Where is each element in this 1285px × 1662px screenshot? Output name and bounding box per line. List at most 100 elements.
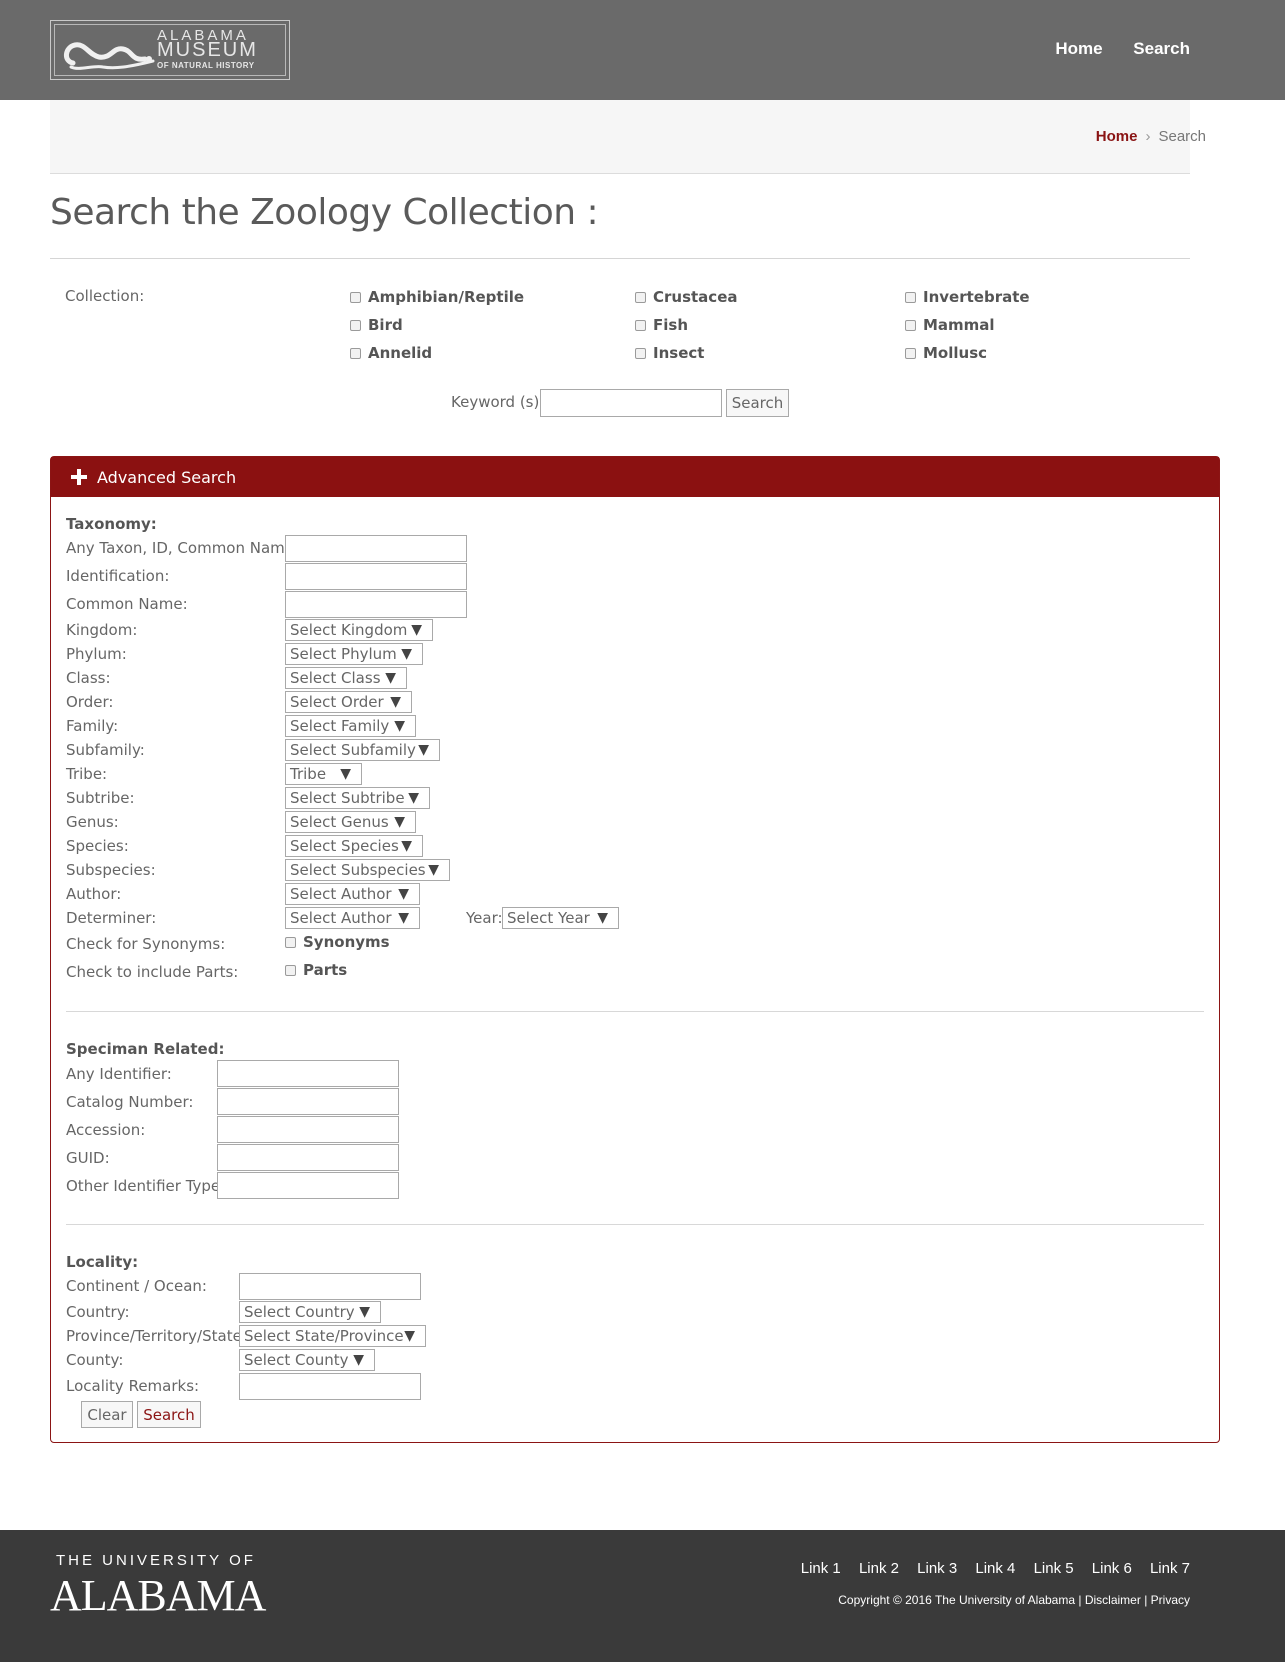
breadcrumb: Home › Search (1096, 128, 1206, 145)
parts-checkbox[interactable]: Parts (285, 961, 347, 979)
footer-link-6[interactable]: Link 6 (1092, 1560, 1132, 1577)
country-select[interactable]: Select Country ▼ (239, 1301, 381, 1323)
field-label: Any Taxon, ID, Common Name: (66, 539, 300, 557)
copyright-text: Copyright © 2016 The University of Alaba… (838, 1593, 1076, 1607)
subspecies-select[interactable]: Select Subspecies ▼ (285, 859, 450, 881)
genus-select[interactable]: Select Genus ▼ (285, 811, 416, 833)
checkbox-icon[interactable] (905, 319, 916, 331)
checkbox-bird[interactable]: Bird (350, 316, 403, 334)
checkbox-amphibian-reptile[interactable]: Amphibian/Reptile (350, 288, 524, 306)
museum-logo[interactable]: ALABAMA MUSEUM OF NATURAL HISTORY (50, 20, 290, 80)
continent-input[interactable] (239, 1273, 421, 1300)
nav-home-link[interactable]: Home (1055, 39, 1102, 58)
checkbox-icon[interactable] (905, 291, 916, 303)
year-select[interactable]: Select Year ▼ (502, 907, 619, 929)
section-divider (66, 1011, 1204, 1012)
common-name-input[interactable] (285, 591, 467, 618)
species-select[interactable]: Select Species ▼ (285, 835, 423, 857)
breadcrumb-home-link[interactable]: Home (1096, 128, 1138, 145)
breadcrumb-current: Search (1158, 128, 1206, 145)
dropdown-arrow-icon: ▼ (359, 1304, 370, 1320)
state-select[interactable]: Select State/Province ▼ (239, 1325, 426, 1347)
field-label: Identification: (66, 567, 170, 585)
field-label: Subfamily: (66, 741, 145, 759)
logo-text-museum: MUSEUM (157, 39, 258, 61)
advanced-search-title: Advanced Search (97, 467, 237, 487)
determiner-select[interactable]: Select Author ▼ (285, 907, 420, 929)
checkbox-invertebrate[interactable]: Invertebrate (905, 288, 1030, 306)
nav-search-link[interactable]: Search (1133, 39, 1190, 58)
clear-button[interactable]: Clear (81, 1401, 133, 1428)
year-label: Year: (466, 909, 503, 927)
checkbox-icon[interactable] (285, 936, 296, 948)
field-label: Country: (66, 1303, 130, 1321)
locality-remarks-input[interactable] (239, 1373, 421, 1400)
checkbox-icon[interactable] (350, 347, 361, 359)
checkbox-icon[interactable] (635, 319, 646, 331)
checkbox-icon[interactable] (635, 347, 646, 359)
class-select[interactable]: Select Class ▼ (285, 667, 407, 689)
subfamily-select[interactable]: Select Subfamily ▼ (285, 739, 440, 761)
county-select[interactable]: Select County ▼ (239, 1349, 375, 1371)
identification-input[interactable] (285, 563, 467, 590)
checkbox-icon[interactable] (350, 319, 361, 331)
footer-link-7[interactable]: Link 7 (1150, 1560, 1190, 1577)
kingdom-select[interactable]: Select Kingdom ▼ (285, 619, 433, 641)
section-divider (66, 1224, 1204, 1225)
dropdown-arrow-icon: ▼ (394, 718, 405, 734)
locality-heading: Locality: (66, 1253, 139, 1271)
search-button[interactable]: Search (137, 1401, 201, 1428)
checkbox-fish[interactable]: Fish (635, 316, 688, 334)
checkbox-mammal[interactable]: Mammal (905, 316, 995, 334)
other-identifier-input[interactable] (217, 1172, 399, 1199)
checkbox-mollusc[interactable]: Mollusc (905, 344, 987, 362)
breadcrumb-bar: Home › Search (50, 100, 1206, 174)
top-bar: ALABAMA MUSEUM OF NATURAL HISTORY Home S… (0, 0, 1285, 100)
tribe-select[interactable]: Tribe ▼ (285, 763, 362, 785)
footer-link-2[interactable]: Link 2 (859, 1560, 899, 1577)
checkbox-icon[interactable] (285, 964, 296, 976)
disclaimer-link[interactable]: Disclaimer (1085, 1593, 1141, 1607)
dropdown-arrow-icon: ▼ (401, 646, 412, 662)
dropdown-arrow-icon: ▼ (418, 742, 429, 758)
any-taxon-input[interactable] (285, 535, 467, 562)
guid-input[interactable] (217, 1144, 399, 1171)
keyword-input[interactable] (540, 389, 722, 417)
advanced-search-header[interactable]: Advanced Search (51, 457, 1219, 497)
family-select[interactable]: Select Family ▼ (285, 715, 416, 737)
footer-link-3[interactable]: Link 3 (917, 1560, 957, 1577)
checkbox-icon[interactable] (905, 347, 916, 359)
catalog-number-input[interactable] (217, 1088, 399, 1115)
checkbox-annelid[interactable]: Annelid (350, 344, 432, 362)
footer-link-1[interactable]: Link 1 (801, 1560, 841, 1577)
order-select[interactable]: Select Order ▼ (285, 691, 412, 713)
field-label: Phylum: (66, 645, 127, 663)
checkbox-crustacea[interactable]: Crustacea (635, 288, 738, 306)
plus-icon (71, 469, 87, 485)
keyword-search-button[interactable]: Search (726, 389, 789, 417)
author-select[interactable]: Select Author ▼ (285, 883, 420, 905)
subtribe-select[interactable]: Select Subtribe ▼ (285, 787, 430, 809)
dropdown-arrow-icon: ▼ (340, 766, 351, 782)
checkbox-insect[interactable]: Insect (635, 344, 704, 362)
dropdown-arrow-icon: ▼ (394, 814, 405, 830)
snake-logo-icon (64, 42, 155, 70)
page-title: Search the Zoology Collection : (50, 192, 599, 233)
footer-link-4[interactable]: Link 4 (975, 1560, 1015, 1577)
any-identifier-input[interactable] (217, 1060, 399, 1087)
advanced-search-panel: Advanced Search Taxonomy: Any Taxon, ID,… (50, 456, 1220, 1443)
dropdown-arrow-icon: ▼ (398, 910, 409, 926)
dropdown-arrow-icon: ▼ (408, 790, 419, 806)
checkbox-icon[interactable] (350, 291, 361, 303)
collection-label: Collection: (65, 287, 145, 305)
footer-link-5[interactable]: Link 5 (1034, 1560, 1074, 1577)
top-nav: Home Search (1029, 39, 1190, 59)
dropdown-arrow-icon: ▼ (428, 862, 439, 878)
privacy-link[interactable]: Privacy (1151, 1593, 1190, 1607)
phylum-select[interactable]: Select Phylum ▼ (285, 643, 423, 665)
footer-copyright-row: Copyright © 2016 The University of Alaba… (838, 1593, 1190, 1607)
synonyms-checkbox[interactable]: Synonyms (285, 933, 390, 951)
field-label: Continent / Ocean: (66, 1277, 207, 1295)
checkbox-icon[interactable] (635, 291, 646, 303)
accession-input[interactable] (217, 1116, 399, 1143)
